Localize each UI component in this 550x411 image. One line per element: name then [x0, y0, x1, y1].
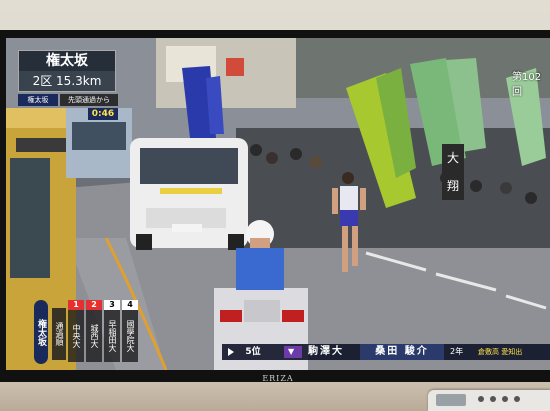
- rank-item: 4 國學院大: [122, 300, 138, 362]
- tv-screen: 大 翔 権太坂 2区 15.3km 権太坂 先頭通過から 0:46 第102回 …: [6, 38, 550, 370]
- rank-number: 1: [68, 300, 84, 310]
- location-name: 権太坂: [46, 53, 88, 69]
- location-box: 権太坂 2区 15.3km: [18, 50, 116, 92]
- university-color-icon: [284, 346, 302, 358]
- remote-button-icon: [490, 396, 496, 402]
- rank-school: 早稲田大: [108, 320, 117, 352]
- police-officer: [236, 248, 284, 290]
- rank-number: 3: [104, 300, 120, 310]
- remote-button-icon: [478, 396, 484, 402]
- banner-text-1: 大: [447, 151, 459, 165]
- remote-button-icon: [502, 396, 508, 402]
- runner-name: 桑田 駿介: [360, 344, 444, 360]
- university-name: 駒澤大: [308, 346, 344, 357]
- pass-label: 先頭通過から: [60, 94, 118, 106]
- remote-display: [436, 394, 466, 406]
- rank-item: 3 早稲田大: [104, 300, 120, 362]
- rank-item: 2 城西大: [86, 300, 102, 362]
- play-arrow-icon: [228, 348, 234, 356]
- runner-caption: 5位 駒澤大 桑田 駿介 2年 倉敷高 愛知出: [222, 344, 550, 360]
- location-distance: 2区 15.3km: [19, 71, 115, 91]
- runner: [342, 172, 354, 184]
- remote-button-icon: [514, 396, 520, 402]
- runner-grade: 2年: [450, 347, 464, 356]
- rank-item: 1 中央大: [68, 300, 84, 362]
- vertical-location: 権太坂: [34, 300, 48, 364]
- edition-label: 第102回: [512, 72, 542, 98]
- vertical-sub: 通過順: [52, 308, 66, 360]
- rank-number: 2: [86, 300, 102, 310]
- pass-order-ranks: 1 中央大 2 城西大 3 早稲田大 4 國學院大: [68, 300, 138, 362]
- pass-time: 0:46: [88, 108, 118, 120]
- banner-text-2: 翔: [447, 179, 459, 193]
- runner-high-school: 倉敷高 愛知出: [478, 348, 523, 356]
- rank-school: 國學院大: [126, 320, 135, 352]
- rank-number: 4: [122, 300, 138, 310]
- rank-school: 中央大: [72, 324, 81, 348]
- pass-tag: 権太坂: [18, 94, 58, 106]
- remote-control: [428, 390, 550, 411]
- runner-position: 5位: [245, 347, 261, 357]
- rank-school: 城西大: [90, 324, 99, 348]
